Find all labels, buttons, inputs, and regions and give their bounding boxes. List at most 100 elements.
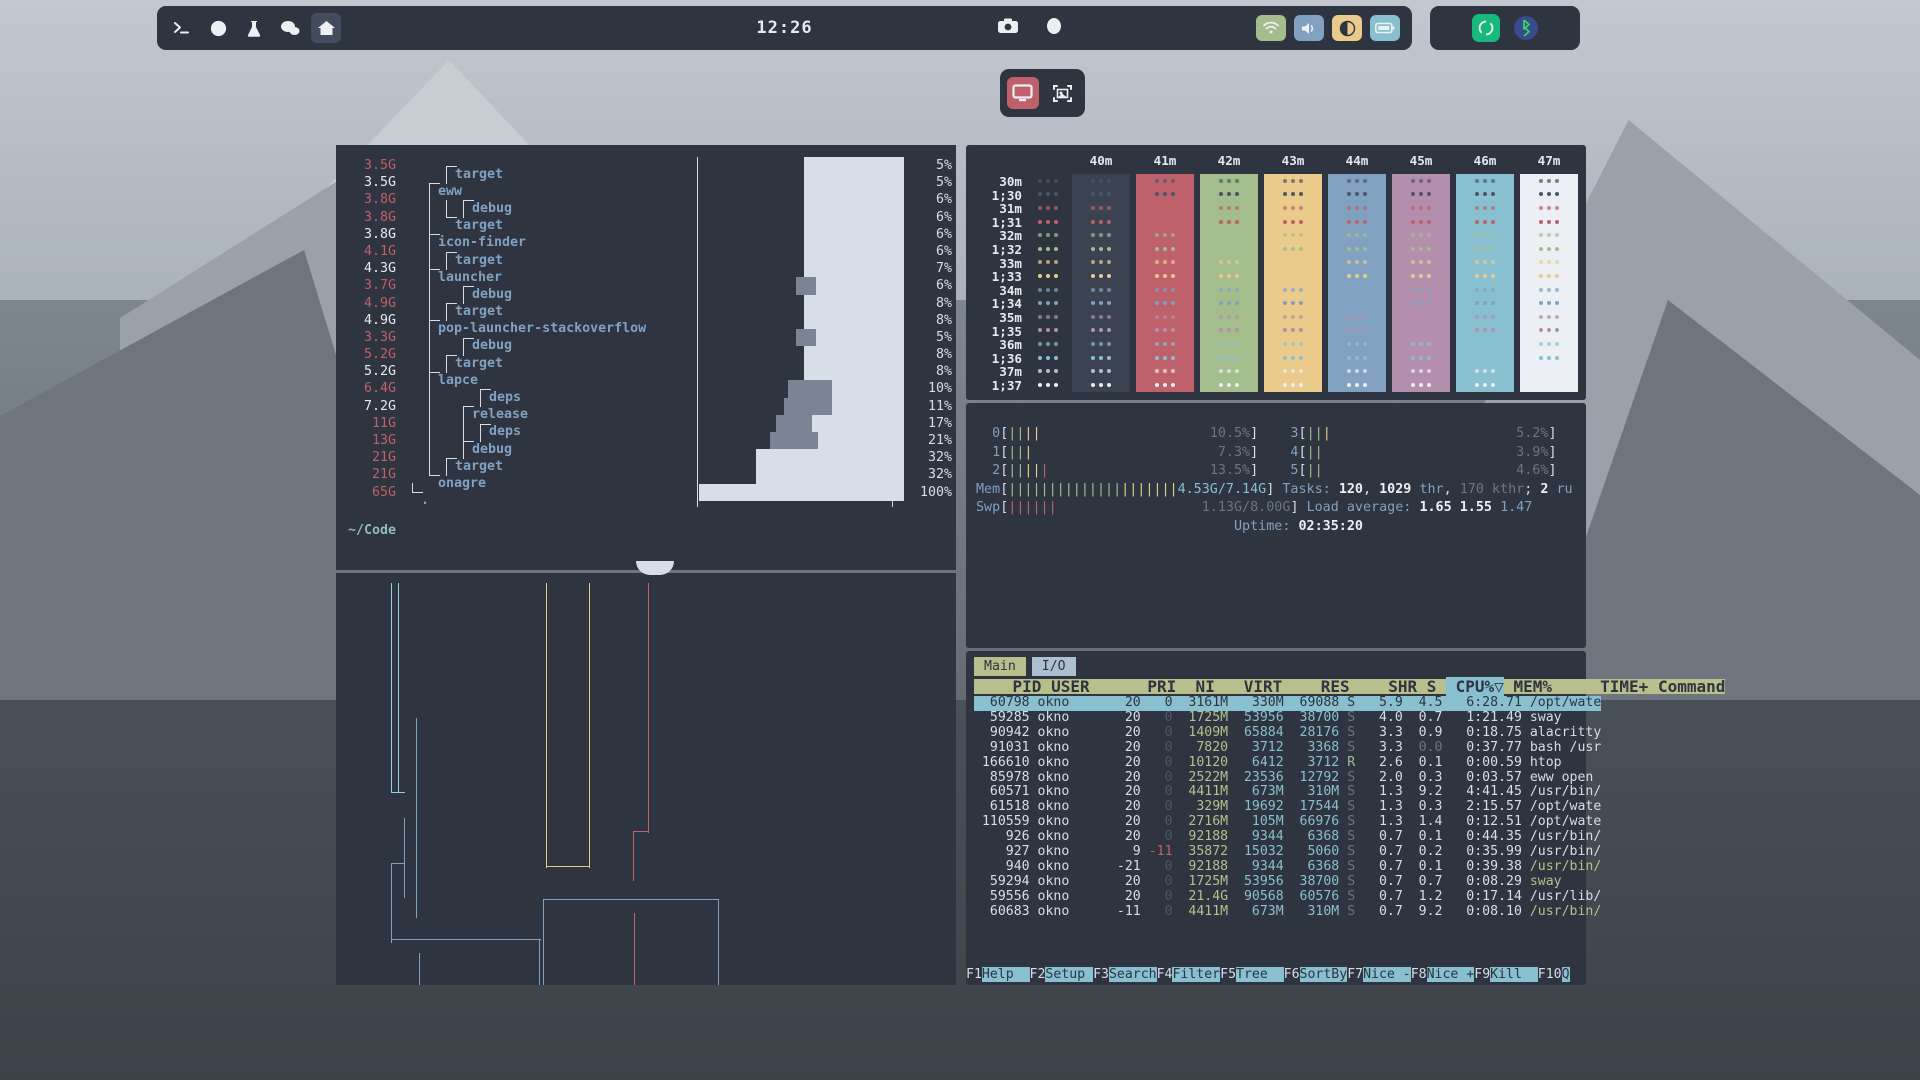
cell-shr: 3712 (1283, 754, 1340, 770)
pipe-segment (539, 939, 540, 985)
process-row[interactable]: 926 okno 20 0 92188 9344 6368 S 0.7 0.1 … (974, 829, 1602, 845)
color-swatch-dot (1091, 341, 1095, 346)
fkey-label[interactable]: Help (981, 967, 1030, 982)
cell-state: S (1339, 799, 1364, 815)
battery-chip[interactable] (1370, 15, 1400, 41)
color-swatch-dot (1547, 328, 1551, 333)
process-row[interactable]: 61518 okno 20 0 329M 19692 17544 S 1.3 0… (974, 799, 1601, 815)
color-swatch-dot (1355, 382, 1359, 387)
fkey-number[interactable]: F4 (1156, 967, 1173, 982)
color-swatch-dot (1107, 369, 1111, 374)
process-row[interactable]: 85978 okno 20 0 2522M 23536 12792 S 2.0 … (974, 770, 1593, 786)
disk-usage-terminal[interactable]: 3.5G target 5% 3.5G eww 5% 3.8G debug 6% 3.8G targ… (336, 145, 956, 570)
htop-tabs: Main I/O (974, 657, 1076, 676)
cell-res: 330M (1228, 695, 1284, 710)
fkey-number[interactable]: F8 (1410, 967, 1427, 982)
wifi-chip[interactable] (1256, 15, 1286, 41)
process-row[interactable]: 91031 okno 20 0 7820 3712 3368 S 3.3 0.0… (974, 740, 1601, 756)
volume-chip[interactable] (1294, 15, 1324, 41)
cell-state: S (1339, 888, 1364, 904)
htop-tab-io[interactable]: I/O (1031, 657, 1076, 676)
cell-pri: 20 (1108, 829, 1141, 845)
cell-cpu: 1.3 (1363, 814, 1403, 830)
record-icon[interactable] (1045, 16, 1063, 40)
fkey-label[interactable]: Tree (1236, 967, 1284, 982)
flask-icon[interactable] (239, 13, 269, 43)
color-swatch-dot (1283, 246, 1287, 251)
pipe-segment (543, 899, 718, 900)
fkey-number[interactable]: F2 (1029, 967, 1046, 982)
fkey-label[interactable]: Filter (1172, 967, 1221, 982)
fkey-number[interactable]: F5 (1220, 967, 1237, 982)
color-cell (1136, 201, 1194, 215)
ansi-color-table-terminal[interactable]: 40m 41m 42m 43m 44m 45m 46m 47m 30m 1;30 31m 1;31 32… (966, 145, 1586, 400)
color-cell (1200, 242, 1258, 256)
fkey-label[interactable]: Kill (1490, 967, 1538, 982)
color-swatch-dot (1283, 219, 1287, 224)
fkey-number[interactable]: F7 (1347, 967, 1364, 982)
color-swatch-dot (1475, 287, 1479, 292)
fkey-number[interactable]: F6 (1283, 967, 1300, 982)
process-row[interactable]: 940 okno -21 0 92188 9344 6368 S 0.7 0.1… (974, 858, 1602, 875)
color-swatch-dot (1046, 341, 1050, 346)
tree-percent: 6% (935, 243, 952, 259)
color-swatch-dot (1155, 273, 1159, 278)
bluetooth-tray-icon[interactable] (1514, 16, 1538, 40)
color-swatch-dot (1227, 287, 1231, 292)
process-row[interactable]: 59294 okno 20 0 1725M 53956 38700 S 0.7 … (974, 873, 1562, 890)
process-row[interactable]: 166610 okno 20 0 10120 6412 3712 R 2.6 0… (974, 754, 1562, 771)
fkey-label[interactable]: Nice + (1426, 967, 1475, 982)
cell-user: okno (1029, 858, 1109, 874)
color-swatch-dot (1427, 233, 1431, 238)
process-row[interactable]: 60683 okno -11 0 4411M 673M 310M S 0.7 9… (974, 903, 1601, 920)
tree-size: 7.2G (363, 398, 396, 414)
process-row[interactable]: 110559 okno 20 0 2716M 105M 66976 S 1.3 … (974, 814, 1601, 830)
brightness-chip[interactable] (1332, 15, 1362, 41)
fkey-label[interactable]: SortBy (1299, 967, 1348, 982)
fkey-number[interactable]: F1 (966, 967, 982, 982)
cell-mem: 9.2 (1402, 784, 1443, 800)
color-cell (1072, 269, 1130, 283)
color-swatch-dot (1363, 369, 1367, 374)
process-row[interactable]: 59556 okno 20 0 21.4G 90568 60576 S 0.7 … (974, 888, 1601, 905)
chat-icon[interactable] (275, 13, 305, 43)
color-cell (1520, 269, 1578, 283)
fkey-number[interactable]: F10 (1537, 967, 1562, 982)
htop-process-panel[interactable]: Main I/O PID USER PRI NI VIRT RES SHR S C… (966, 651, 1726, 985)
camera-icon[interactable] (997, 17, 1019, 39)
tree-usage-bar (699, 191, 904, 209)
color-swatch-dot (1547, 273, 1551, 278)
process-row[interactable]: 59285 okno 20 0 1725M 53956 38700 S 4.0 … (974, 709, 1562, 726)
color-swatch-dot (1475, 328, 1479, 333)
fkey-label[interactable]: Search (1108, 967, 1157, 982)
capture-region-button[interactable] (1047, 77, 1079, 109)
color-swatch-dot (1491, 369, 1495, 374)
pipes-screensaver-terminal[interactable] (336, 573, 956, 985)
process-table-header[interactable]: PID USER PRI NI VIRT RES SHR S CPU%▽ MEM… (974, 677, 1726, 696)
color-swatch-dot (1419, 273, 1423, 278)
sync-tray-icon[interactable] (1472, 14, 1500, 42)
cell-res: 9344 (1228, 858, 1284, 874)
home-icon[interactable] (311, 13, 341, 43)
fkey-label[interactable]: Q (1561, 967, 1570, 982)
sort-column-header[interactable]: CPU%▽ (1446, 677, 1504, 696)
cell-user: okno (1029, 709, 1109, 725)
capture-screen-button[interactable] (1006, 77, 1039, 109)
process-row[interactable]: 60571 okno 20 0 4411M 673M 310M S 1.3 9.… (974, 784, 1601, 800)
process-row[interactable]: 60798 okno 20 0 3161M 330M 69088 S 5.9 4… (974, 695, 1602, 711)
process-row[interactable]: 90942 okno 20 0 1409M 65884 28176 S 3.3 … (974, 725, 1601, 741)
cell-res: 53956 (1228, 873, 1284, 889)
process-row[interactable]: 927 okno 9 -11 35872 15032 5060 S 0.7 0.… (974, 844, 1602, 860)
fkey-label[interactable]: Nice - (1363, 967, 1411, 982)
htop-meters-panel[interactable]: 0[|||| 10.5%] 3[||| 5.2%] 1[||| 7.3%] 4[… (966, 403, 1586, 648)
htop-tab-main[interactable]: Main (974, 657, 1026, 676)
tree-branch (463, 286, 474, 287)
cell-pid: 60683 (974, 903, 1030, 919)
cell-shr: 310M (1283, 784, 1340, 800)
fkey-number[interactable]: F3 (1093, 967, 1109, 982)
pipe-segment (633, 831, 649, 832)
terminal-icon[interactable] (167, 13, 197, 43)
fkey-number[interactable]: F9 (1474, 967, 1491, 982)
fkey-label[interactable]: Setup (1045, 967, 1094, 982)
firefox-icon[interactable] (203, 13, 233, 43)
